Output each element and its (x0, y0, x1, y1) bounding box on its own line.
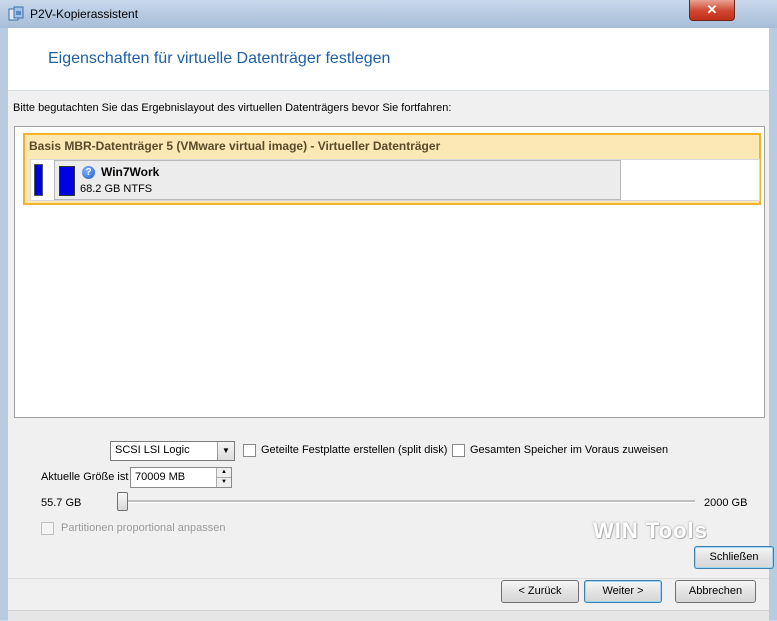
partition-usage-bar (59, 166, 75, 196)
app-icon (8, 6, 24, 21)
preallocate-label: Gesamten Speicher im Voraus zuweisen (470, 444, 669, 456)
instruction-text: Bitte begutachten Sie das Ergebnislayout… (13, 102, 452, 114)
close-button[interactable]: Schließen (694, 546, 774, 569)
controller-type-value: SCSI LSI Logic (115, 444, 190, 456)
window-bottom-edge (8, 610, 769, 621)
wizard-header: Eigenschaften für virtuelle Datenträger … (8, 28, 769, 91)
back-button[interactable]: < Zurück (501, 580, 579, 603)
wizard-window: P2V-Kopierassistent ✕ Eigenschaften für … (0, 0, 777, 621)
current-size-label: Aktuelle Größe ist (41, 471, 129, 483)
disk-layout-list[interactable]: Basis MBR-Datenträger 5 (VMware virtual … (14, 126, 765, 418)
spin-up-icon[interactable]: ▲ (217, 468, 231, 477)
current-size-input[interactable]: 70009 MB ▲ ▼ (130, 467, 232, 488)
size-slider-thumb[interactable] (117, 492, 128, 511)
title-bar[interactable]: P2V-Kopierassistent ✕ (0, 0, 777, 29)
partition-size: 68.2 GB NTFS (80, 183, 153, 195)
window-frame-right (769, 28, 777, 620)
window-close-button[interactable]: ✕ (689, 0, 735, 21)
preallocate-checkbox[interactable] (452, 444, 465, 457)
size-spinner[interactable]: ▲ ▼ (216, 468, 231, 487)
disk-row: ? Win7Work 68.2 GB NTFS (30, 159, 760, 201)
proportional-checkbox[interactable] (41, 522, 54, 535)
disk-usage-bar (34, 164, 43, 196)
size-slider-track[interactable] (118, 500, 695, 503)
spin-down-icon[interactable]: ▼ (217, 477, 231, 487)
window-frame-left (0, 28, 8, 620)
controller-type-select[interactable]: SCSI LSI Logic ▼ (110, 441, 235, 461)
split-disk-label: Geteilte Festplatte erstellen (split dis… (261, 444, 448, 456)
chevron-down-icon[interactable]: ▼ (217, 442, 234, 460)
slider-min-label: 55.7 GB (41, 497, 82, 509)
next-button[interactable]: Weiter > (584, 580, 662, 603)
watermark-logo: WIN Tools (593, 518, 708, 543)
partition-item[interactable]: ? Win7Work 68.2 GB NTFS (54, 160, 621, 200)
proportional-label: Partitionen proportional anpassen (61, 522, 226, 534)
slider-max-label: 2000 GB (704, 497, 748, 509)
partition-name: Win7Work (101, 165, 160, 179)
page-title: Eigenschaften für virtuelle Datenträger … (48, 50, 391, 67)
disk-header: Basis MBR-Datenträger 5 (VMware virtual … (29, 139, 441, 153)
help-icon: ? (82, 166, 95, 179)
cancel-button[interactable]: Abbrechen (675, 580, 756, 603)
window-title: P2V-Kopierassistent (30, 7, 139, 21)
disk-card[interactable]: Basis MBR-Datenträger 5 (VMware virtual … (23, 133, 761, 205)
split-disk-checkbox[interactable] (243, 444, 256, 457)
current-size-value: 70009 MB (135, 471, 186, 483)
wizard-content: Bitte begutachten Sie das Ergebnislayout… (8, 91, 774, 578)
